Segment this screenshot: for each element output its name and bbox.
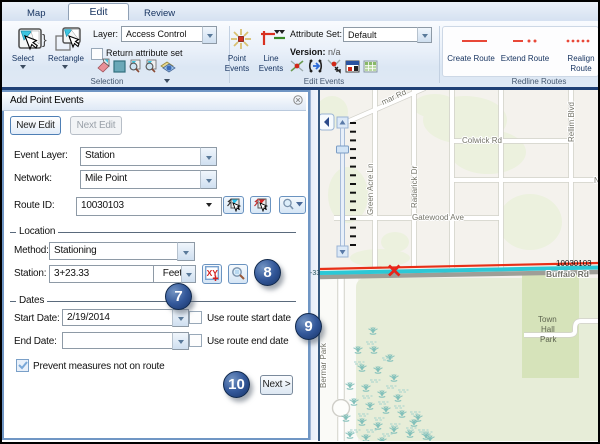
svg-text:Town: Town <box>538 315 557 324</box>
svg-text:Rellim Blvd: Rellim Blvd <box>567 102 576 142</box>
svg-text:Green Acre Ln: Green Acre Ln <box>366 163 375 215</box>
svg-text:10030103: 10030103 <box>556 259 592 268</box>
svg-text:N: N <box>594 176 598 185</box>
svg-text:Buffalo Rd: Buffalo Rd <box>546 269 589 279</box>
svg-text:Hall: Hall <box>541 325 555 334</box>
svg-text:}: } <box>42 31 47 47</box>
svg-text:Bermar Park: Bermar Park <box>320 342 328 388</box>
svg-text:Radarick Dr: Radarick Dr <box>410 165 419 208</box>
svg-text:Gatewood Ave: Gatewood Ave <box>412 213 464 222</box>
svg-text:XY: XY <box>207 268 219 278</box>
svg-text:Park: Park <box>540 335 557 344</box>
svg-text:Colwick Rd: Colwick Rd <box>462 136 502 145</box>
